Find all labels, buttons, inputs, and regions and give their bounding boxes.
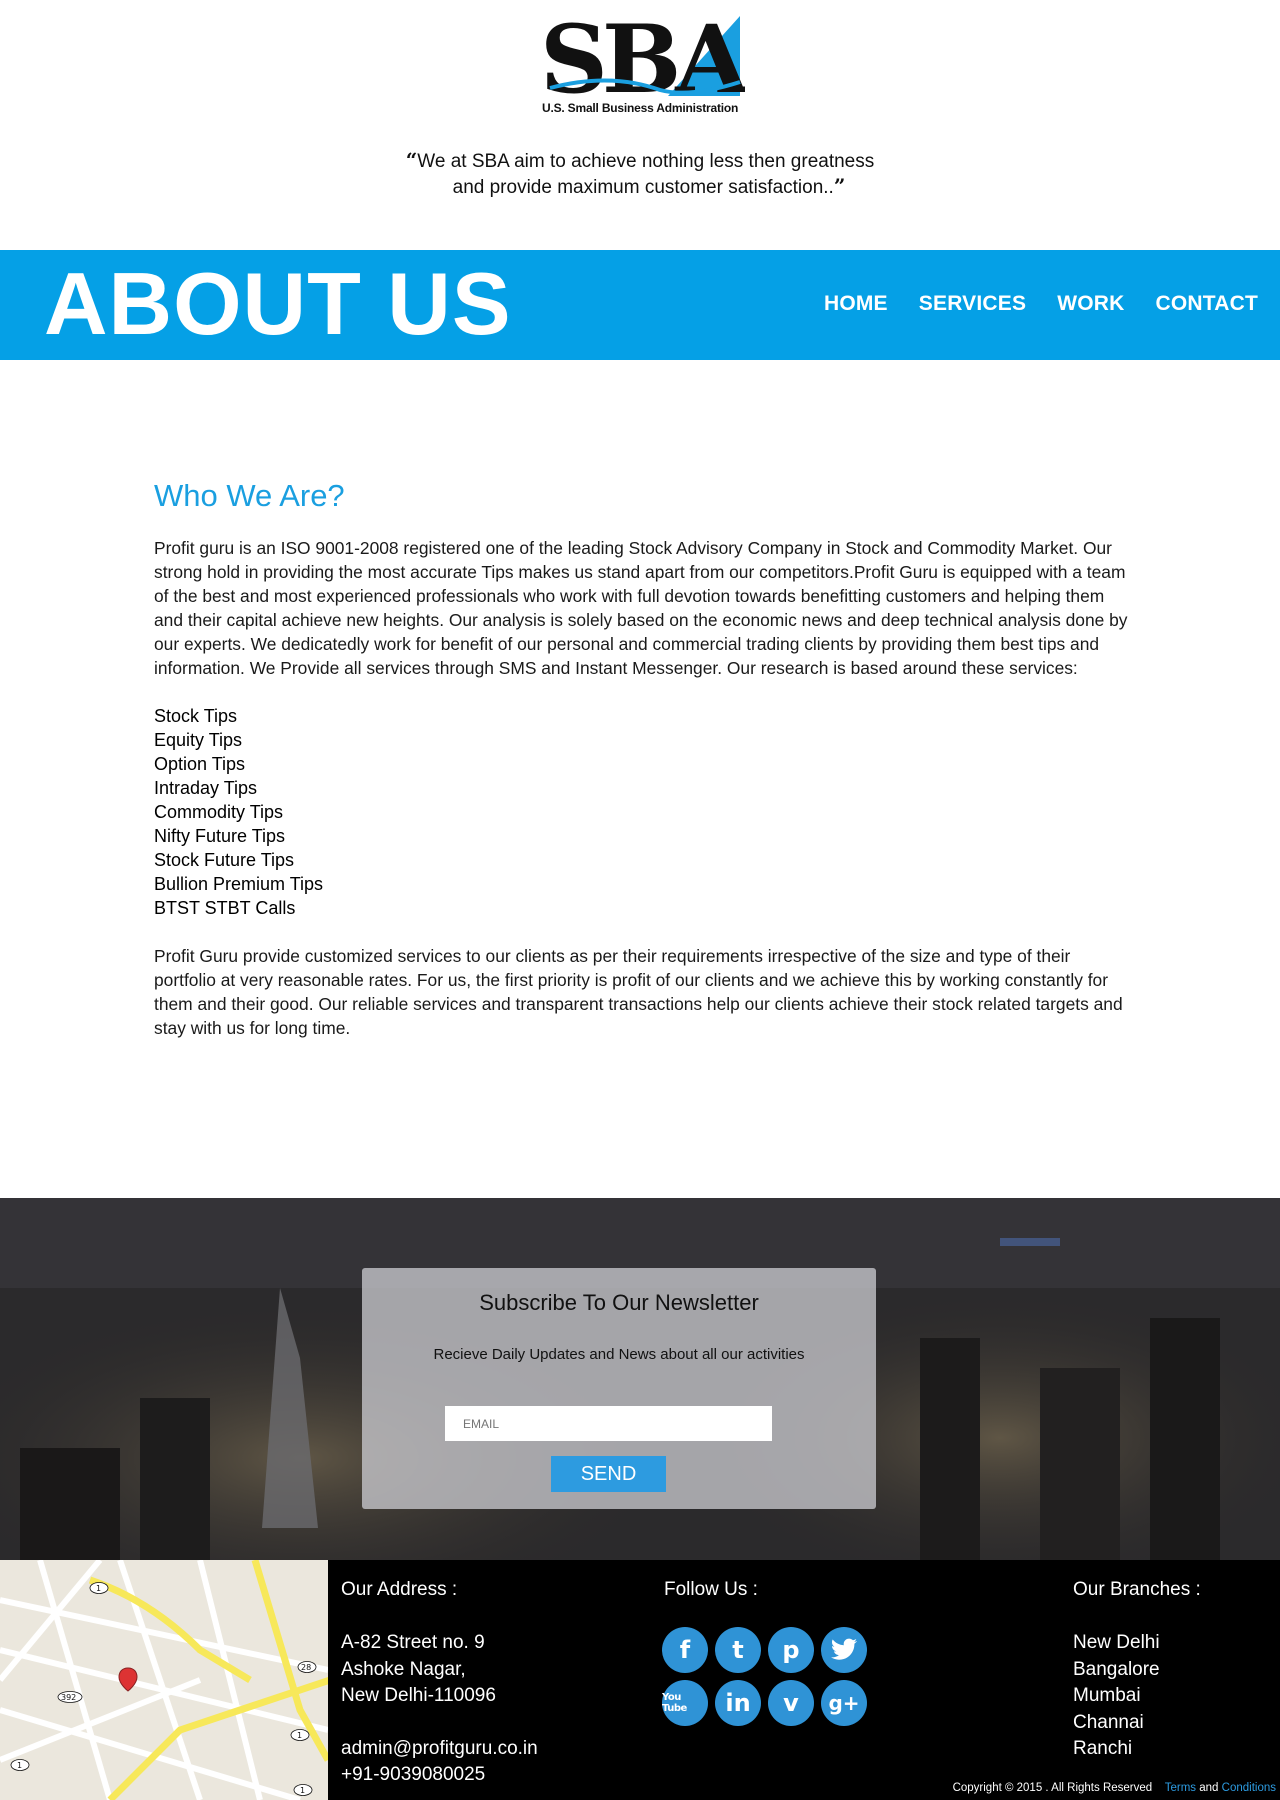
linkedin-icon[interactable]: in — [715, 1680, 761, 1726]
quote-line-2: and provide maximum customer satisfactio… — [452, 177, 834, 198]
nav-work[interactable]: WORK — [1057, 292, 1124, 316]
and-text: and — [1199, 1782, 1219, 1794]
map-label: 392 — [61, 1693, 76, 1702]
address-line: A-82 Street no. 9 — [341, 1632, 485, 1653]
address-line: New Delhi-110096 — [341, 1685, 496, 1706]
nav-home[interactable]: HOME — [824, 292, 888, 316]
contact-phone[interactable]: +91-9039080025 — [341, 1762, 538, 1789]
address-line: Ashoke Nagar, — [341, 1658, 466, 1680]
main-nav: HOME SERVICES WORK CONTACT — [824, 292, 1258, 316]
address-title: Our Address : — [341, 1579, 458, 1600]
map-label: 1 — [300, 1786, 305, 1795]
page-header: SBA U.S. Small Business Administration “… — [0, 0, 1280, 250]
logo-subtitle: U.S. Small Business Administration — [542, 101, 739, 115]
twitter-icon[interactable] — [821, 1627, 867, 1673]
location-map[interactable]: 1 28 392 1 1 1 — [0, 1560, 328, 1800]
outro-paragraph: Profit Guru provide customized services … — [154, 946, 1123, 1038]
newsletter-subtitle: Recieve Daily Updates and News about all… — [433, 1346, 805, 1363]
service-item: Equity Tips — [154, 730, 243, 750]
youtube-icon[interactable]: You Tube — [662, 1680, 708, 1726]
service-item: BTST STBT Calls — [154, 898, 296, 918]
newsletter-title: Subscribe To Our Newsletter — [479, 1290, 759, 1315]
address-block: A-82 Street no. 9 Ashoke Nagar, New Delh… — [341, 1630, 538, 1789]
service-item: Commodity Tips — [154, 802, 284, 822]
newsletter-section: Subscribe To Our Newsletter Recieve Dail… — [0, 1198, 1280, 1560]
page-title: ABOUT US — [44, 254, 512, 353]
facebook-glyph: f — [679, 1636, 691, 1664]
linkedin-glyph: in — [725, 1689, 751, 1717]
copyright-text: Copyright © 2015 . All Rights Reserved — [952, 1782, 1153, 1794]
section-heading: Who We Are? — [154, 478, 345, 513]
branch-item: Bangalore — [1073, 1658, 1160, 1680]
page-footer: 1 28 392 1 1 1 Our Address : A-82 Street… — [0, 1560, 1280, 1800]
map-label: 1 — [297, 1731, 302, 1740]
branches-title: Our Branches : — [1073, 1579, 1201, 1600]
nav-services[interactable]: SERVICES — [919, 292, 1026, 316]
branches-list: New Delhi Bangalore Mumbai Channai Ranch… — [1073, 1630, 1160, 1763]
branch-item: New Delhi — [1073, 1632, 1160, 1653]
pinterest-glyph: p — [782, 1636, 800, 1664]
copyright-bar: Copyright © 2015 . All Rights Reserved T… — [953, 1782, 1276, 1794]
services-list: Stock Tips Equity Tips Option Tips Intra… — [154, 704, 1134, 920]
about-content: Who We Are? Profit guru is an ISO 9001-2… — [154, 478, 1134, 1040]
newsletter-box: Subscribe To Our Newsletter Recieve Dail… — [362, 1268, 876, 1509]
tumblr-glyph: t — [732, 1636, 744, 1664]
conditions-link[interactable]: Conditions — [1222, 1782, 1276, 1794]
email-field[interactable] — [445, 1406, 772, 1441]
branch-item: Channai — [1073, 1711, 1144, 1733]
service-item: Nifty Future Tips — [154, 826, 286, 846]
tumblr-icon[interactable]: t — [715, 1627, 761, 1673]
service-item: Stock Future Tips — [154, 850, 295, 870]
follow-title: Follow Us : — [664, 1579, 758, 1600]
vimeo-icon[interactable]: v — [768, 1680, 814, 1726]
service-item: Bullion Premium Tips — [154, 874, 324, 894]
about-banner: ABOUT US HOME SERVICES WORK CONTACT — [0, 250, 1280, 360]
send-button[interactable]: SEND — [551, 1456, 666, 1492]
quote-line-1: We at SBA aim to achieve nothing less th… — [417, 151, 875, 172]
branch-item: Mumbai — [1073, 1685, 1141, 1706]
map-label: 1 — [17, 1761, 22, 1770]
intro-paragraph: Profit guru is an ISO 9001-2008 register… — [154, 538, 1128, 678]
service-item: Intraday Tips — [154, 778, 258, 798]
google-plus-icon[interactable]: g+ — [821, 1680, 867, 1726]
nav-contact[interactable]: CONTACT — [1156, 292, 1259, 316]
terms-link[interactable]: Terms — [1165, 1782, 1196, 1794]
social-links: f t p You Tube in v g+ — [662, 1627, 872, 1726]
youtube-glyph: You Tube — [662, 1692, 687, 1714]
facebook-icon[interactable]: f — [662, 1627, 708, 1673]
map-label: 28 — [301, 1663, 311, 1672]
vimeo-glyph: v — [783, 1689, 799, 1717]
branch-item: Ranchi — [1073, 1738, 1133, 1759]
sba-logo-mark: SBA — [540, 12, 745, 98]
twitter-bird — [830, 1638, 857, 1660]
quote-close-mark: ” — [833, 174, 846, 198]
service-item: Stock Tips — [154, 706, 238, 726]
google-plus-glyph: g+ — [828, 1691, 860, 1715]
map-label: 1 — [96, 1584, 101, 1593]
pinterest-icon[interactable]: p — [768, 1627, 814, 1673]
sba-logo[interactable]: SBA U.S. Small Business Administration — [540, 12, 745, 117]
map-image: 1 28 392 1 1 1 — [0, 1560, 328, 1800]
tagline-quote: “We at SBA aim to achieve nothing less t… — [0, 148, 1280, 200]
service-item: Option Tips — [154, 754, 246, 774]
contact-email[interactable]: admin@profitguru.co.in — [341, 1736, 538, 1763]
quote-open-mark: “ — [405, 148, 418, 172]
